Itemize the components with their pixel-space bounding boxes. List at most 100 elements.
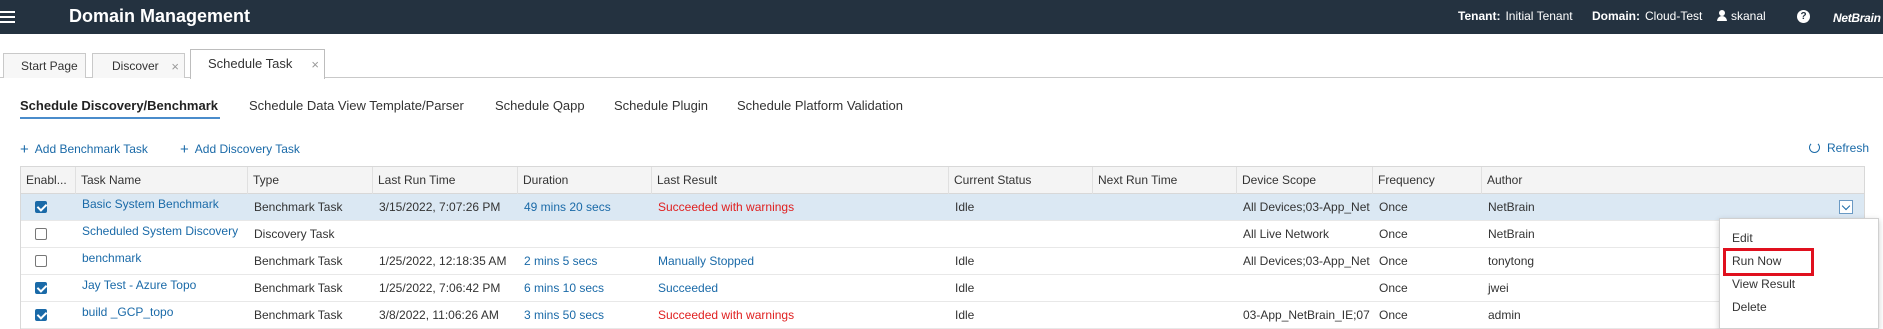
device-scope: All Live Network bbox=[1243, 227, 1330, 241]
menu-item-edit[interactable]: Edit bbox=[1732, 231, 1753, 245]
plus-icon: + bbox=[180, 141, 189, 158]
duration: 6 mins 10 secs bbox=[524, 281, 605, 295]
menu-icon[interactable] bbox=[0, 8, 18, 26]
refresh-label: Refresh bbox=[1827, 141, 1870, 155]
last-result: Succeeded with warnings bbox=[658, 308, 795, 322]
refresh-button[interactable]: Refresh bbox=[1809, 141, 1869, 155]
table-row[interactable]: Scheduled System Discovery Discovery Tas… bbox=[21, 218, 1864, 248]
page-tabs: Start Page Discover × Schedule Task × bbox=[0, 34, 1883, 79]
run-now-highlight-box bbox=[1723, 248, 1814, 276]
task-name-link[interactable]: benchmark bbox=[77, 245, 245, 272]
next-run-time bbox=[1094, 275, 1234, 302]
next-run-time bbox=[1094, 302, 1234, 329]
duration bbox=[519, 221, 649, 248]
close-icon[interactable]: × bbox=[311, 57, 319, 72]
duration: 2 mins 5 secs bbox=[524, 254, 598, 268]
task-name-link[interactable]: Jay Test - Azure Topo bbox=[77, 272, 245, 299]
domain-value: Cloud-Test bbox=[1645, 9, 1703, 23]
subtab-discovery-benchmark[interactable]: Schedule Discovery/Benchmark bbox=[20, 98, 218, 113]
user-icon bbox=[1717, 10, 1727, 21]
netbrain-logo: NetBrain bbox=[1833, 11, 1881, 25]
menu-item-view-result[interactable]: View Result bbox=[1732, 277, 1795, 291]
domain-label: Domain: bbox=[1592, 9, 1640, 23]
tab-schedule-task[interactable]: Schedule Task × bbox=[190, 49, 325, 79]
subtab-data-view-template[interactable]: Schedule Data View Template/Parser bbox=[249, 98, 464, 113]
task-type: Benchmark Task bbox=[254, 200, 343, 214]
duration: 49 mins 20 secs bbox=[524, 200, 611, 214]
user-menu[interactable]: skanal bbox=[1717, 9, 1766, 23]
add-benchmark-task-button[interactable]: + Add Benchmark Task bbox=[20, 141, 148, 158]
grid-header: Enabl... Task Name Type Last Run Time Du… bbox=[21, 167, 1864, 194]
app-title: Domain Management bbox=[69, 6, 251, 26]
current-status bbox=[950, 221, 1090, 248]
frequency: Once bbox=[1379, 227, 1408, 241]
tenant-label: Tenant: bbox=[1458, 9, 1501, 23]
table-row[interactable]: build _GCP_topo Benchmark Task 3/8/2022,… bbox=[21, 299, 1864, 329]
enabled-checkbox[interactable] bbox=[35, 201, 47, 213]
subtab-qapp[interactable]: Schedule Qapp bbox=[495, 98, 585, 113]
help-icon[interactable]: ? bbox=[1797, 10, 1810, 23]
last-result bbox=[653, 221, 943, 248]
next-run-time bbox=[1094, 248, 1234, 275]
task-name-link[interactable]: Scheduled System Discovery bbox=[77, 218, 245, 245]
tab-start-page[interactable]: Start Page bbox=[3, 53, 86, 78]
tab-discover[interactable]: Discover × bbox=[92, 53, 185, 78]
last-result: Succeeded with warnings bbox=[658, 200, 795, 214]
table-row[interactable]: benchmark Benchmark Task 1/25/2022, 12:1… bbox=[21, 245, 1864, 275]
column-header-last-result[interactable]: Last Result bbox=[651, 167, 948, 194]
column-header-duration[interactable]: Duration bbox=[517, 167, 651, 194]
current-status: Idle bbox=[955, 308, 975, 322]
device-scope bbox=[1238, 275, 1370, 302]
enabled-checkbox[interactable] bbox=[35, 309, 47, 321]
task-grid: Enabl... Task Name Type Last Run Time Du… bbox=[20, 166, 1865, 329]
device-scope: All Devices;03-App_Net... bbox=[1243, 200, 1370, 214]
enabled-checkbox[interactable] bbox=[35, 282, 47, 294]
last-run-time: 1/25/2022, 12:18:35 AM bbox=[379, 254, 507, 268]
close-icon[interactable]: × bbox=[171, 59, 179, 74]
author: NetBrain bbox=[1488, 200, 1535, 214]
current-status: Idle bbox=[955, 200, 975, 214]
next-run-time bbox=[1094, 221, 1234, 248]
last-run-time bbox=[374, 221, 516, 248]
column-header-type[interactable]: Type bbox=[247, 167, 372, 194]
tenant-value: Initial Tenant bbox=[1505, 9, 1573, 23]
frequency: Once bbox=[1379, 281, 1408, 295]
subtab-platform-validation[interactable]: Schedule Platform Validation bbox=[737, 98, 903, 113]
last-result: Manually Stopped bbox=[658, 254, 755, 268]
enabled-checkbox[interactable] bbox=[35, 255, 47, 267]
table-row[interactable]: Basic System Benchmark Benchmark Task 3/… bbox=[21, 191, 1864, 221]
column-header-enabled[interactable]: Enabl... bbox=[21, 167, 75, 194]
table-row[interactable]: Jay Test - Azure Topo Benchmark Task 1/2… bbox=[21, 272, 1864, 302]
column-header-current-status[interactable]: Current Status bbox=[948, 167, 1092, 194]
duration: 3 mins 50 secs bbox=[524, 308, 605, 322]
tab-label: Discover bbox=[112, 59, 159, 73]
task-type: Benchmark Task bbox=[254, 254, 343, 268]
subtab-plugin[interactable]: Schedule Plugin bbox=[614, 98, 708, 113]
column-header-author[interactable]: Author bbox=[1481, 167, 1864, 194]
column-header-frequency[interactable]: Frequency bbox=[1372, 167, 1481, 194]
column-header-next-run-time[interactable]: Next Run Time bbox=[1092, 167, 1236, 194]
tab-label: Start Page bbox=[21, 59, 78, 73]
current-status: Idle bbox=[955, 254, 975, 268]
tenant-info: Tenant: Initial Tenant bbox=[1458, 9, 1573, 23]
column-header-device-scope[interactable]: Device Scope bbox=[1236, 167, 1372, 194]
device-scope: All Devices;03-App_Net... bbox=[1243, 254, 1370, 268]
refresh-icon bbox=[1809, 142, 1820, 153]
enabled-checkbox[interactable] bbox=[35, 228, 47, 240]
task-name-link[interactable]: Basic System Benchmark bbox=[77, 191, 245, 218]
task-name-link[interactable]: build _GCP_topo bbox=[77, 299, 245, 326]
tab-label: Schedule Task bbox=[208, 56, 293, 71]
frequency: Once bbox=[1379, 254, 1408, 268]
chevron-down-icon[interactable] bbox=[1839, 200, 1853, 214]
column-header-last-run-time[interactable]: Last Run Time bbox=[372, 167, 517, 194]
frequency: Once bbox=[1379, 308, 1408, 322]
task-type: Benchmark Task bbox=[254, 281, 343, 295]
menu-item-delete[interactable]: Delete bbox=[1732, 300, 1767, 314]
column-header-task-name[interactable]: Task Name bbox=[75, 167, 247, 194]
domain-info[interactable]: Domain: Cloud-Test bbox=[1592, 9, 1702, 23]
last-run-time: 1/25/2022, 7:06:42 PM bbox=[379, 281, 501, 295]
task-type: Discovery Task bbox=[254, 227, 335, 241]
add-discovery-task-button[interactable]: + Add Discovery Task bbox=[180, 141, 300, 158]
task-type: Benchmark Task bbox=[254, 308, 343, 322]
last-run-time: 3/8/2022, 11:06:26 AM bbox=[379, 308, 499, 322]
